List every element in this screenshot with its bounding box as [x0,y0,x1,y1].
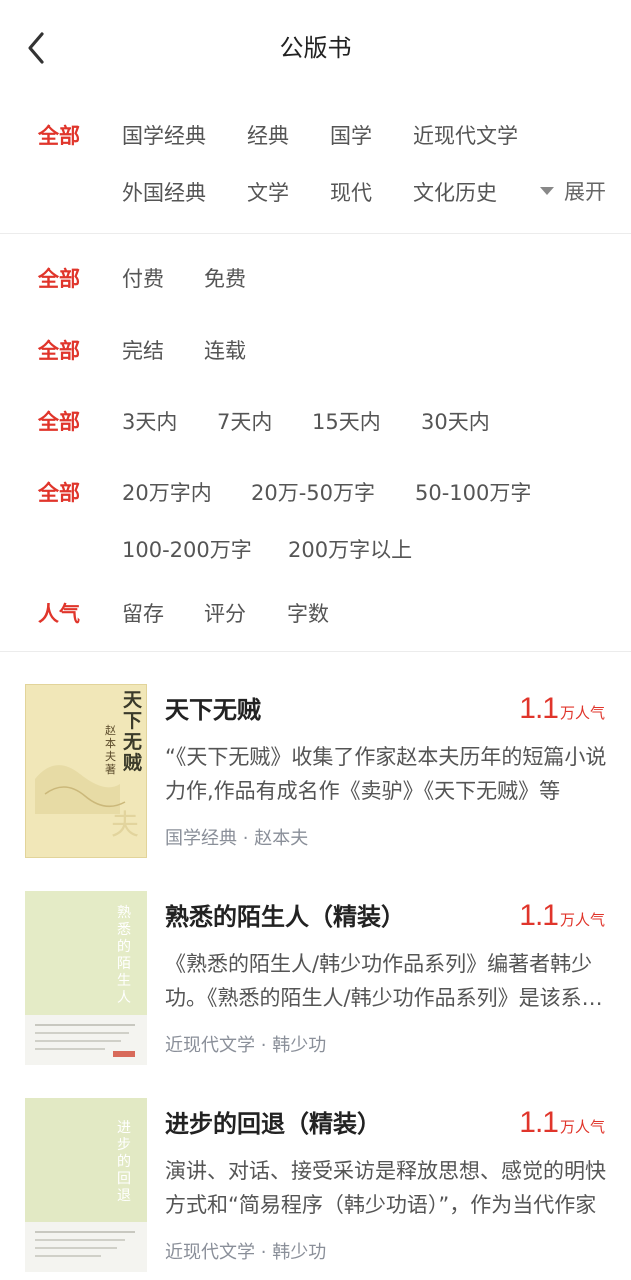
book-author: 赵本夫 [254,828,309,849]
cover-author: 赵本夫 著 [105,724,116,776]
book-author: 韩少功 [272,1035,327,1056]
book-category: 国学经典 [165,828,237,849]
category-option[interactable]: 近现代文学 [413,120,518,150]
category-option[interactable]: 文学 [247,177,289,207]
category-option[interactable]: 经典 [247,120,289,150]
update-option[interactable]: 30天内 [421,406,490,436]
length-option[interactable]: 50-100万字 [415,477,531,507]
cover-title: 熟悉的陌生人 [117,905,131,1006]
top-bar: 公版书 [0,0,631,92]
category-option[interactable]: 外国经典 [122,177,206,207]
category-option[interactable]: 现代 [330,177,372,207]
popularity: 1.1 万人气 [519,1106,605,1140]
divider [0,233,631,234]
length-option[interactable]: 200万字以上 [288,534,412,564]
status-option[interactable]: 完结 [122,335,164,365]
price-all[interactable]: 全部 [38,263,80,293]
popularity: 1.1 万人气 [519,899,605,933]
book-author: 韩少功 [272,1242,327,1263]
expand-label: 展开 [564,180,606,204]
book-item[interactable]: 熟悉的陌生人 熟悉的陌生人（精装） 1.1 万人气 《熟悉的陌生人/韩少功作品系… [0,891,631,1091]
divider [0,651,631,652]
book-title: 天下无贼 [165,696,261,724]
book-item[interactable]: 夫 天下无贼 赵本夫 著 天下无贼 1.1 万人气 “《天下无贼》收集了作家赵本… [0,684,631,884]
meta-separator: · [260,1242,267,1263]
book-category: 近现代文学 [165,1035,255,1056]
book-description: “《天下无贼》收集了作家赵本夫历年的短篇小说力作,作品有成名作《卖驴》《天下无贼… [165,745,607,803]
triangle-down-icon [540,187,554,195]
price-option[interactable]: 免费 [204,263,246,293]
book-meta: 近现代文学 · 韩少功 [165,1238,326,1264]
svg-text:夫: 夫 [111,808,139,841]
update-option[interactable]: 3天内 [122,406,177,436]
cover-title: 进步的回退 [117,1120,131,1204]
popularity-unit: 万人气 [559,704,605,722]
book-title: 进步的回退（精装） [165,1110,381,1138]
popularity-unit: 万人气 [559,1118,605,1136]
sort-popularity[interactable]: 人气 [38,598,80,628]
status-all[interactable]: 全部 [38,335,80,365]
page-title: 公版书 [279,34,352,62]
book-meta: 近现代文学 · 韩少功 [165,1031,326,1057]
category-option[interactable]: 国学 [330,120,372,150]
popularity-value: 1.1 [519,899,559,932]
sort-option[interactable]: 字数 [287,598,329,628]
length-all[interactable]: 全部 [38,477,80,507]
expand-button[interactable]: 展开 [540,176,606,206]
status-option[interactable]: 连载 [204,335,246,365]
meta-separator: · [260,1035,267,1056]
book-cover: 进步的回退 [25,1098,147,1272]
sort-option[interactable]: 留存 [122,598,164,628]
popularity-value: 1.1 [519,692,559,725]
popularity-value: 1.1 [519,1106,559,1139]
cover-title: 天下无贼 [123,689,143,774]
book-item[interactable]: 进步的回退 进步的回退（精装） 1.1 万人气 演讲、对话、接受采访是释放思想、… [0,1098,631,1280]
category-all[interactable]: 全部 [38,120,80,150]
update-all[interactable]: 全部 [38,406,80,436]
book-cover: 夫 天下无贼 赵本夫 著 [25,684,147,858]
sort-option[interactable]: 评分 [204,598,246,628]
length-option[interactable]: 20万-50万字 [251,477,375,507]
book-description: 《熟悉的陌生人/韩少功作品系列》编著者韩少功。《熟悉的陌生人/韩少功作品系列》是… [165,952,603,1010]
length-option[interactable]: 100-200万字 [122,534,252,564]
book-cover: 熟悉的陌生人 [25,891,147,1065]
book-category: 近现代文学 [165,1242,255,1263]
public-domain-books-page: 公版书 全部 国学经典 经典 国学 近现代文学 外国经典 文学 现代 文化历史 … [0,0,631,1280]
book-description: 演讲、对话、接受采访是释放思想、感觉的明快方式和“简易程序（韩少功语）”，作为当… [165,1159,606,1217]
popularity-unit: 万人气 [559,911,605,929]
category-option[interactable]: 文化历史 [413,177,497,207]
meta-separator: · [242,828,249,849]
update-option[interactable]: 15天内 [312,406,381,436]
length-option[interactable]: 20万字内 [122,477,212,507]
popularity: 1.1 万人气 [519,692,605,726]
update-option[interactable]: 7天内 [217,406,272,436]
book-meta: 国学经典 · 赵本夫 [165,824,308,850]
category-option[interactable]: 国学经典 [122,120,206,150]
book-title: 熟悉的陌生人（精装） [165,903,405,931]
price-option[interactable]: 付费 [122,263,164,293]
